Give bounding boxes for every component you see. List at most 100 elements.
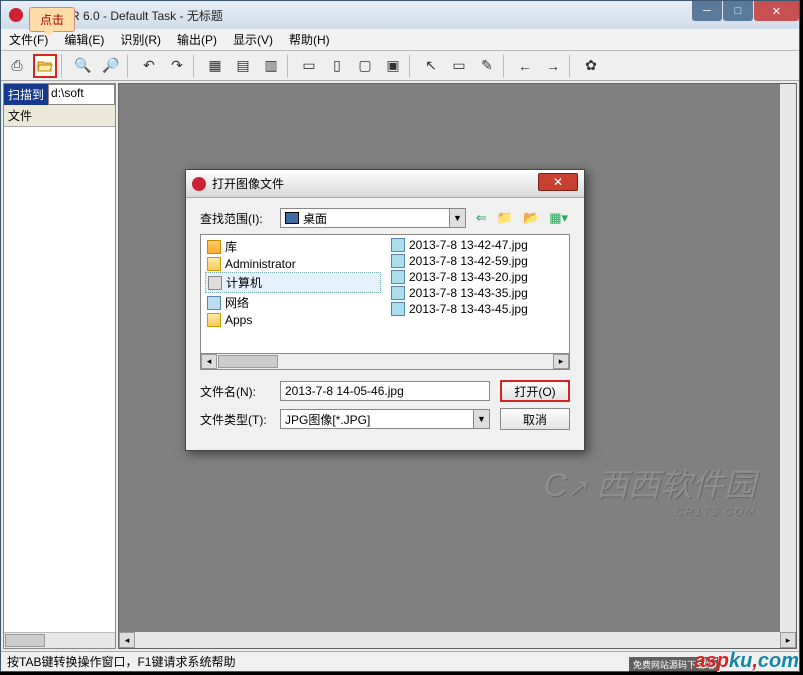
sidebar-list[interactable] — [4, 127, 115, 632]
sidebar-header: 扫描到 d:\soft — [4, 84, 115, 105]
open-button[interactable]: 打开(O) — [500, 380, 570, 402]
sidebar-scrollbar[interactable] — [4, 632, 115, 648]
layout2-icon[interactable]: ▤ — [231, 54, 255, 78]
title-bar[interactable]: 汉王OCR 6.0 - Default Task - 无标题 ─ □ ✕ — [1, 1, 799, 29]
filetype-label: 文件类型(T): — [200, 411, 280, 428]
list-item[interactable]: 2013-7-8 13-43-35.jpg — [389, 285, 565, 301]
list-item[interactable]: Apps — [205, 312, 381, 328]
toolbar: ⎙ 🔍 🔎 ↶ ↷ ▦ ▤ ▥ ▭ ▯ ▢ ▣ ↖ ▭ ✎ ← → ✿ — [1, 51, 799, 81]
scrollbar-thumb[interactable] — [218, 355, 278, 368]
scroll-right-icon[interactable]: ▸ — [553, 354, 569, 369]
open-file-button[interactable] — [33, 54, 57, 78]
list-item[interactable]: 2013-7-8 13-43-20.jpg — [389, 269, 565, 285]
zoom-out-icon[interactable]: 🔍 — [71, 54, 95, 78]
rotate-left-icon[interactable]: ↶ — [137, 54, 161, 78]
new-folder-icon[interactable]: 📂 — [521, 208, 541, 228]
status-text: 按TAB键转换操作窗口，F1键请求系统帮助 — [7, 653, 235, 670]
menu-output[interactable]: 输出(P) — [169, 31, 225, 48]
separator-icon — [503, 54, 509, 78]
view-menu-icon[interactable]: ▦▾ — [547, 208, 570, 228]
box1-icon[interactable]: ▭ — [297, 54, 321, 78]
box4-icon[interactable]: ▣ — [381, 54, 405, 78]
layout3-icon[interactable]: ▥ — [259, 54, 283, 78]
separator-icon — [193, 54, 199, 78]
click-tooltip: 点击 — [29, 7, 75, 32]
lookin-combo[interactable]: 桌面 ▼ — [280, 208, 466, 228]
file-name: 计算机 — [226, 274, 262, 291]
menu-help[interactable]: 帮助(H) — [281, 31, 338, 48]
file-type-icon — [208, 276, 222, 290]
back-icon[interactable]: ⇐ — [474, 208, 489, 228]
watermark-logo: aspku,com — [695, 650, 800, 673]
maximize-button[interactable]: □ — [723, 1, 753, 21]
scroll-track[interactable] — [135, 632, 780, 648]
dialog-close-button[interactable]: ✕ — [538, 173, 578, 191]
zoom-in-icon[interactable]: 🔎 — [99, 54, 123, 78]
file-type-icon — [391, 238, 405, 252]
select-icon[interactable]: ▭ — [447, 54, 471, 78]
list-item[interactable]: 库 — [205, 237, 381, 256]
file-list-scrollbar[interactable]: ◂ ▸ — [200, 354, 570, 370]
sidebar-column-file[interactable]: 文件 — [4, 105, 115, 127]
file-type-icon — [391, 302, 405, 316]
cancel-button[interactable]: 取消 — [500, 408, 570, 430]
layout1-icon[interactable]: ▦ — [203, 54, 227, 78]
chevron-down-icon[interactable]: ▼ — [449, 209, 465, 227]
up-icon[interactable]: 📁 — [495, 208, 515, 228]
filetype-combo[interactable]: JPG图像[*.JPG] ▼ — [280, 409, 490, 429]
menu-recog[interactable]: 识别(R) — [112, 31, 169, 48]
scan-icon[interactable]: ⎙ — [5, 54, 29, 78]
box3-icon[interactable]: ▢ — [353, 54, 377, 78]
separator-icon — [569, 54, 575, 78]
file-type-icon — [207, 257, 221, 271]
watermark-brand: C↗ 西西软件园 CR173.COM — [544, 460, 756, 518]
list-item[interactable]: Administrator — [205, 256, 381, 272]
pointer-icon[interactable]: ↖ — [419, 54, 443, 78]
scroll-right-icon[interactable]: ▸ — [780, 632, 796, 648]
rotate-right-icon[interactable]: ↷ — [165, 54, 189, 78]
box2-icon[interactable]: ▯ — [325, 54, 349, 78]
list-item[interactable]: 网络 — [205, 293, 381, 312]
scroll-track[interactable] — [279, 354, 553, 369]
close-button[interactable]: ✕ — [754, 1, 799, 21]
next-icon[interactable]: → — [541, 54, 565, 78]
settings-icon[interactable]: ✿ — [579, 54, 603, 78]
file-type-icon — [207, 313, 221, 327]
scroll-left-icon[interactable]: ◂ — [119, 632, 135, 648]
file-type-icon — [391, 254, 405, 268]
text-icon[interactable]: ✎ — [475, 54, 499, 78]
menu-view[interactable]: 显示(V) — [225, 31, 281, 48]
scanto-path[interactable]: d:\soft — [48, 84, 115, 105]
separator-icon — [61, 54, 67, 78]
scrollbar-thumb[interactable] — [5, 634, 45, 647]
scroll-left-icon[interactable]: ◂ — [201, 354, 217, 369]
list-item[interactable]: 计算机 — [205, 272, 381, 293]
chevron-down-icon[interactable]: ▼ — [473, 410, 489, 428]
dialog-title: 打开图像文件 — [212, 175, 284, 192]
vertical-scrollbar[interactable] — [780, 84, 796, 632]
file-name: 2013-7-8 13-42-47.jpg — [409, 238, 528, 252]
file-name: 库 — [225, 238, 237, 255]
menu-edit[interactable]: 编辑(E) — [56, 31, 112, 48]
file-name: 2013-7-8 13-43-20.jpg — [409, 270, 528, 284]
file-name: 2013-7-8 13-43-35.jpg — [409, 286, 528, 300]
filename-input[interactable] — [280, 381, 490, 401]
menu-bar: 文件(F) 编辑(E) 识别(R) 输出(P) 显示(V) 帮助(H) — [1, 29, 799, 51]
app-icon — [9, 8, 23, 22]
main-window: 汉王OCR 6.0 - Default Task - 无标题 ─ □ ✕ 点击 … — [0, 0, 800, 672]
list-item[interactable]: 2013-7-8 13-42-59.jpg — [389, 253, 565, 269]
folder-open-icon — [37, 59, 53, 73]
list-item[interactable]: 2013-7-8 13-42-47.jpg — [389, 237, 565, 253]
file-type-icon — [391, 286, 405, 300]
dialog-title-bar[interactable]: 打开图像文件 ✕ — [186, 170, 584, 198]
prev-icon[interactable]: ← — [513, 54, 537, 78]
lookin-label: 查找范围(I): — [200, 210, 280, 227]
minimize-button[interactable]: ─ — [692, 1, 722, 21]
file-name: Apps — [225, 313, 252, 327]
sidebar: 扫描到 d:\soft 文件 — [3, 83, 116, 649]
dialog-icon — [192, 177, 206, 191]
horizontal-scrollbar[interactable]: ◂ ▸ — [119, 632, 796, 648]
file-list[interactable]: 库Administrator 计算机网络Apps 2013-7-8 13-42-4… — [200, 234, 570, 354]
separator-icon — [287, 54, 293, 78]
list-item[interactable]: 2013-7-8 13-43-45.jpg — [389, 301, 565, 317]
